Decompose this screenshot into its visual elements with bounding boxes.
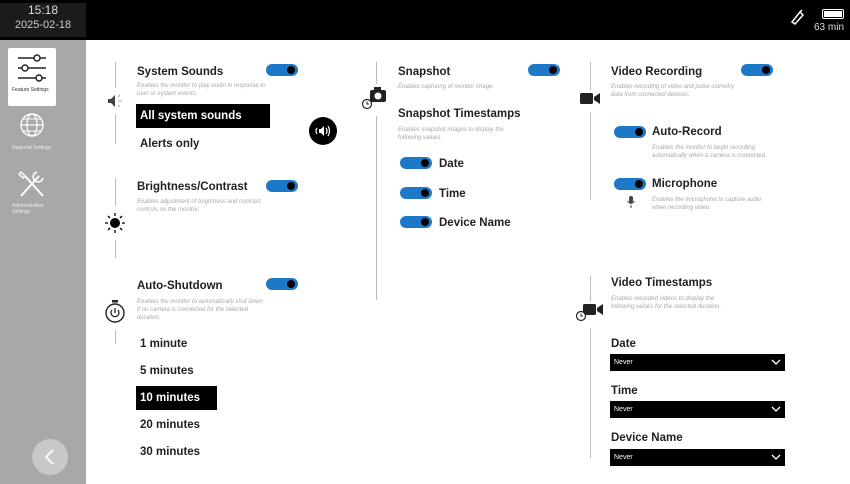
- snapshot-timestamps-desc: Enables snapshot images to display the f…: [398, 127, 504, 141]
- snapshot-timestamps-title: Snapshot Timestamps: [398, 108, 521, 120]
- auto-shutdown-title: Auto-Shutdown: [137, 280, 223, 292]
- chevron-down-icon: [771, 359, 781, 365]
- video-recording-toggle[interactable]: [741, 64, 773, 76]
- video-timestamps-title: Video Timestamps: [611, 277, 713, 289]
- divider: [590, 328, 591, 458]
- auto-shutdown-option-5[interactable]: 5 minutes: [136, 359, 198, 383]
- auto-record-toggle[interactable]: [614, 126, 646, 138]
- video-camera-icon: [580, 93, 600, 104]
- snapshot-time-toggle[interactable]: [400, 187, 432, 199]
- video-timestamps-desc: Enables recorded videos to display the f…: [611, 296, 722, 310]
- auto-shutdown-option-20[interactable]: 20 minutes: [136, 413, 204, 437]
- system-sounds-option-alerts[interactable]: Alerts only: [136, 132, 203, 156]
- video-time-label: Time: [611, 385, 638, 397]
- divider: [590, 62, 591, 90]
- sidebar: Feature Settings Regional Settings Admin…: [0, 40, 86, 484]
- battery-remaining: 63 min: [814, 22, 845, 33]
- back-button[interactable]: [32, 439, 68, 475]
- auto-shutdown-option-1[interactable]: 1 minute: [136, 332, 191, 356]
- sidebar-item-regional-settings[interactable]: Regional Settings: [8, 106, 56, 164]
- brightness-title: Brightness/Contrast: [137, 181, 248, 193]
- video-date-value: Never: [614, 359, 633, 366]
- sidebar-item-label: Administrative Settings: [12, 203, 44, 215]
- pen-icon: [790, 9, 805, 25]
- auto-shutdown-option-30[interactable]: 30 minutes: [136, 440, 204, 464]
- brightness-toggle[interactable]: [266, 180, 298, 192]
- video-recording-title: Video Recording: [611, 66, 703, 78]
- speaker-dim-icon: [108, 94, 122, 108]
- sidebar-item-label: Feature Settings: [12, 87, 49, 93]
- battery-icon: [822, 9, 844, 19]
- divider: [115, 178, 116, 206]
- sidebar-item-feature-settings[interactable]: Feature Settings: [8, 48, 56, 106]
- chevron-down-icon: [771, 406, 781, 412]
- power-timer-icon: [105, 300, 125, 323]
- video-time-select[interactable]: Never: [610, 401, 785, 418]
- divider: [115, 240, 116, 258]
- divider: [115, 114, 116, 144]
- chevron-left-icon: [44, 449, 54, 465]
- divider: [376, 62, 377, 84]
- microphone-toggle[interactable]: [614, 178, 646, 190]
- video-recording-desc: Enables recording of video and pulse oxi…: [611, 84, 735, 98]
- tools-icon: [18, 171, 44, 197]
- divider: [376, 116, 377, 300]
- snapshot-time-label: Time: [439, 188, 466, 200]
- auto-record-title: Auto-Record: [652, 126, 722, 138]
- video-time-value: Never: [614, 406, 633, 413]
- video-device-name-label: Device Name: [611, 432, 683, 444]
- brightness-desc: Enables adjustment of brightness and con…: [137, 199, 261, 213]
- system-sounds-desc: Enables the monitor to play audio in res…: [137, 83, 266, 97]
- system-sounds-title: System Sounds: [137, 66, 224, 78]
- sidebar-item-label: Regional Settings: [12, 145, 52, 151]
- chevron-down-icon: [771, 454, 781, 460]
- feature-settings-panel: System Sounds Enables the monitor to pla…: [86, 40, 850, 484]
- snapshot-date-label: Date: [439, 158, 464, 170]
- auto-shutdown-option-10[interactable]: 10 minutes: [136, 386, 217, 410]
- sidebar-item-administrative-settings[interactable]: Administrative Settings: [8, 164, 56, 222]
- speaker-icon: [315, 125, 331, 137]
- clock-time: 15:18: [27, 3, 59, 17]
- snapshot-camera-icon: [361, 87, 386, 110]
- auto-shutdown-toggle[interactable]: [266, 278, 298, 290]
- clock-date: 2025-02-18: [14, 19, 72, 31]
- sliders-icon: [18, 54, 46, 82]
- system-sounds-option-all[interactable]: All system sounds: [136, 104, 270, 128]
- snapshot-desc: Enables capturing of monitor image.: [398, 84, 495, 90]
- microphone-icon: [627, 196, 635, 208]
- auto-shutdown-desc: Enables the monitor to automatically shu…: [137, 299, 263, 321]
- status-bar: 15:18 2025-02-18 63 min: [0, 0, 850, 40]
- microphone-title: Microphone: [652, 178, 718, 190]
- video-device-name-select[interactable]: Never: [610, 449, 785, 466]
- divider: [115, 330, 116, 344]
- system-sounds-toggle[interactable]: [266, 64, 298, 76]
- snapshot-device-name-label: Device Name: [439, 217, 511, 229]
- video-date-label: Date: [611, 338, 636, 350]
- auto-record-desc: Enables the monitor to begin recording a…: [652, 145, 767, 159]
- globe-icon: [20, 113, 44, 137]
- snapshot-title: Snapshot: [398, 66, 451, 78]
- clock: 15:18 2025-02-18: [0, 3, 86, 37]
- microphone-desc: Enables the microphone to capture audio …: [652, 197, 762, 211]
- divider: [590, 276, 591, 302]
- snapshot-device-name-toggle[interactable]: [400, 216, 432, 228]
- sun-icon: [105, 213, 125, 233]
- play-sound-button[interactable]: [309, 117, 337, 145]
- video-date-select[interactable]: Never: [610, 354, 785, 371]
- divider: [115, 62, 116, 88]
- divider: [590, 112, 591, 200]
- video-device-name-value: Never: [614, 454, 633, 461]
- snapshot-date-toggle[interactable]: [400, 157, 432, 169]
- snapshot-toggle[interactable]: [528, 64, 560, 76]
- video-timestamp-icon: [575, 304, 603, 322]
